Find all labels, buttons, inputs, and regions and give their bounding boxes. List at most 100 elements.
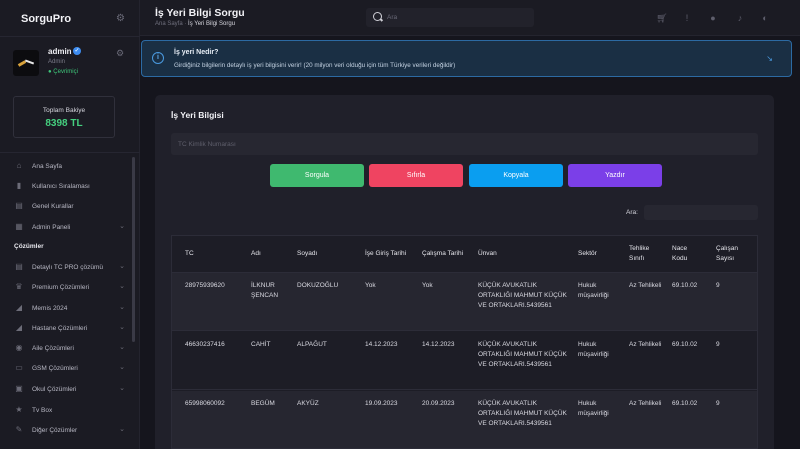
cell-nace: 69.10.02: [672, 400, 698, 407]
cell-title: KÜÇÜK AVUKATLIK ORTAKLIĞI MAHMUT KÜÇÜK V…: [478, 400, 567, 427]
user-name: admin: [48, 47, 72, 56]
breadcrumb-home[interactable]: Ana Sayfa: [155, 21, 183, 27]
divider: [0, 152, 140, 153]
chevron-down-icon: ⌄: [119, 324, 125, 331]
column-header[interactable]: Sektör: [578, 236, 622, 272]
column-header[interactable]: Adı: [251, 236, 293, 272]
cell-employees: 9: [716, 282, 720, 289]
cell-hazard: Az Tehlikeli: [629, 341, 662, 348]
sidebar-item-genel-kurallar[interactable]: ▤ Genel Kurallar: [14, 199, 128, 213]
sidebar-item-label: Hastane Çözümleri: [32, 324, 88, 332]
sidebar-item-aile[interactable]: ◉ Aile Çözümleri ⌄: [14, 341, 128, 355]
column-header[interactable]: İşe Giriş Tarihi: [365, 236, 415, 272]
cell-name: CAHİT: [251, 341, 271, 348]
search-input[interactable]: [387, 11, 527, 24]
sidebar-item-premium[interactable]: ♛ Premium Çözümleri ⌄: [14, 280, 128, 294]
nav-section-title: Çözümler: [14, 243, 44, 250]
copy-button[interactable]: Kopyala: [469, 164, 563, 187]
divider: [0, 36, 140, 37]
sidebar-item-label: Ana Sayfa: [32, 162, 62, 170]
user-status: ● Çevrimiçi: [48, 69, 78, 75]
sidebar-item-kullanici-siralamasi[interactable]: ▮ Kullanıcı Sıralaması: [14, 179, 128, 193]
search-icon: [373, 12, 382, 21]
sidebar-item-label: Tv Box: [32, 406, 53, 414]
sidebar-item-okul[interactable]: ▣ Okul Çözümleri ⌄: [14, 382, 128, 396]
cell-hazard: Az Tehlikeli: [629, 282, 662, 289]
theme-toggle-icon[interactable]: ◐: [759, 12, 771, 24]
school-icon: ▣: [15, 384, 23, 393]
sidebar-item-label: Premium Çözümleri: [32, 283, 90, 291]
page-title: İş Yeri Bilgi Sorgu: [155, 7, 245, 19]
hospital-icon: ◢: [15, 323, 23, 332]
info-icon: i: [152, 52, 164, 64]
cart-icon[interactable]: 🛒︎: [656, 12, 668, 24]
results-table: TC Adı Soyadı İşe Giriş Tarihi Çalışma T…: [171, 235, 758, 449]
sidebar-item-hastane[interactable]: ◢ Hastane Çözümleri ⌄: [14, 321, 128, 335]
tc-number-input[interactable]: [171, 133, 758, 155]
doc-icon: ▤: [15, 262, 23, 271]
column-header[interactable]: TC: [185, 236, 245, 272]
column-header[interactable]: Çalışan Sayısı: [716, 236, 752, 272]
chevron-down-icon: ⌄: [119, 426, 125, 433]
family-icon: ◉: [15, 343, 23, 352]
cell-sector: Hukuk müşavirliği: [578, 341, 609, 358]
table-row: 46630237416 CAHİT ALPAĞUT 14.12.2023 14.12.2…: [172, 332, 757, 390]
breadcrumb-current: İş Yeri Bilgi Sorgu: [188, 21, 236, 27]
sidebar: SorguPro ⚙ admin ✓ Admin ● Çevrimiçi ⚙ T…: [0, 0, 140, 449]
verified-badge-icon: ✓: [73, 47, 81, 55]
sidebar-item-admin-paneli[interactable]: ▦ Admin Paneli ⌄: [14, 220, 128, 234]
star-icon: ★: [15, 405, 23, 414]
sidebar-item-label: Aile Çözümleri: [32, 344, 74, 352]
chevron-down-icon: ⌄: [119, 263, 125, 270]
cell-work-date: 20.09.2023: [422, 400, 455, 407]
print-button[interactable]: Yazdır: [568, 164, 662, 187]
sidebar-item-detayli-tc-pro[interactable]: ▤ Detaylı TC PRO çözümü ⌄: [14, 260, 128, 274]
user-role: Admin: [48, 59, 66, 65]
profile-icon[interactable]: ●: [707, 12, 719, 24]
sidebar-item-tv-box[interactable]: ★ Tv Box: [14, 403, 128, 417]
banner-text: Girdiğiniz bilgilerin detaylı iş yeri bi…: [174, 62, 456, 69]
breadcrumb-separator: ·: [184, 21, 187, 27]
header-search[interactable]: [366, 8, 534, 27]
cell-nace: 69.10.02: [672, 341, 698, 348]
card-title: İş Yeri Bilgisi: [171, 110, 224, 120]
sidebar-item-label: Genel Kurallar: [32, 202, 74, 210]
cell-name: BEGÜM: [251, 400, 275, 407]
sidebar-scrollbar[interactable]: [132, 157, 135, 342]
tools-icon: ✎: [15, 425, 23, 434]
cell-surname: ALPAĞUT: [297, 341, 327, 348]
column-header[interactable]: Nace Kodu: [672, 236, 702, 272]
column-header[interactable]: Çalışma Tarihi: [422, 236, 472, 272]
chevron-down-icon: ⌄: [119, 344, 125, 351]
avatar[interactable]: [13, 50, 39, 76]
admin-icon: ▦: [15, 222, 23, 231]
sidebar-item-gsm[interactable]: ▭ GSM Çözümleri ⌄: [14, 361, 128, 375]
sidebar-toggle-icon[interactable]: ⚙: [116, 14, 126, 24]
reset-button[interactable]: Sıfırla: [369, 164, 463, 187]
sidebar-item-memis-2024[interactable]: ◢ Memis 2024 ⌄: [14, 301, 128, 315]
sidebar-item-diger[interactable]: ✎ Diğer Çözümler ⌄: [14, 423, 128, 437]
crown-icon: ♛: [15, 282, 23, 291]
workplace-info-card: İş Yeri Bilgisi Sorgula Sıfırla Kopyala …: [155, 95, 774, 449]
cell-tc: 46630237416: [185, 341, 225, 348]
cell-start-date: 14.12.2023: [365, 341, 398, 348]
column-header[interactable]: Soyadı: [297, 236, 357, 272]
column-header[interactable]: Ünvan: [478, 236, 568, 272]
close-icon[interactable]: ↘: [766, 54, 773, 63]
brand-logo[interactable]: SorguPro: [21, 13, 71, 25]
query-button[interactable]: Sorgula: [270, 164, 364, 187]
table-search-input[interactable]: [644, 205, 758, 220]
sidebar-item-ana-sayfa[interactable]: ⌂ Ana Sayfa: [14, 159, 128, 173]
sidebar-item-label: GSM Çözümleri: [32, 364, 78, 372]
sidebar-item-label: Memis 2024: [32, 304, 68, 312]
cell-start-date: Yok: [365, 282, 376, 289]
cell-sector: Hukuk müşavirliği: [578, 400, 609, 417]
cell-title: KÜÇÜK AVUKATLIK ORTAKLIĞI MAHMUT KÜÇÜK V…: [478, 341, 567, 368]
cell-title: KÜÇÜK AVUKATLIK ORTAKLIĞI MAHMUT KÜÇÜK V…: [478, 282, 567, 309]
phone-icon: ▭: [15, 363, 23, 372]
column-header[interactable]: Tehlike Sınıfı: [629, 236, 661, 272]
user-settings-icon[interactable]: ⚙: [116, 48, 124, 59]
info-banner: i İş yeri Nedir? Girdiğiniz bilgilerin d…: [141, 40, 792, 77]
bell-icon[interactable]: ♪: [734, 12, 746, 24]
info-icon[interactable]: ǃ: [681, 12, 693, 24]
